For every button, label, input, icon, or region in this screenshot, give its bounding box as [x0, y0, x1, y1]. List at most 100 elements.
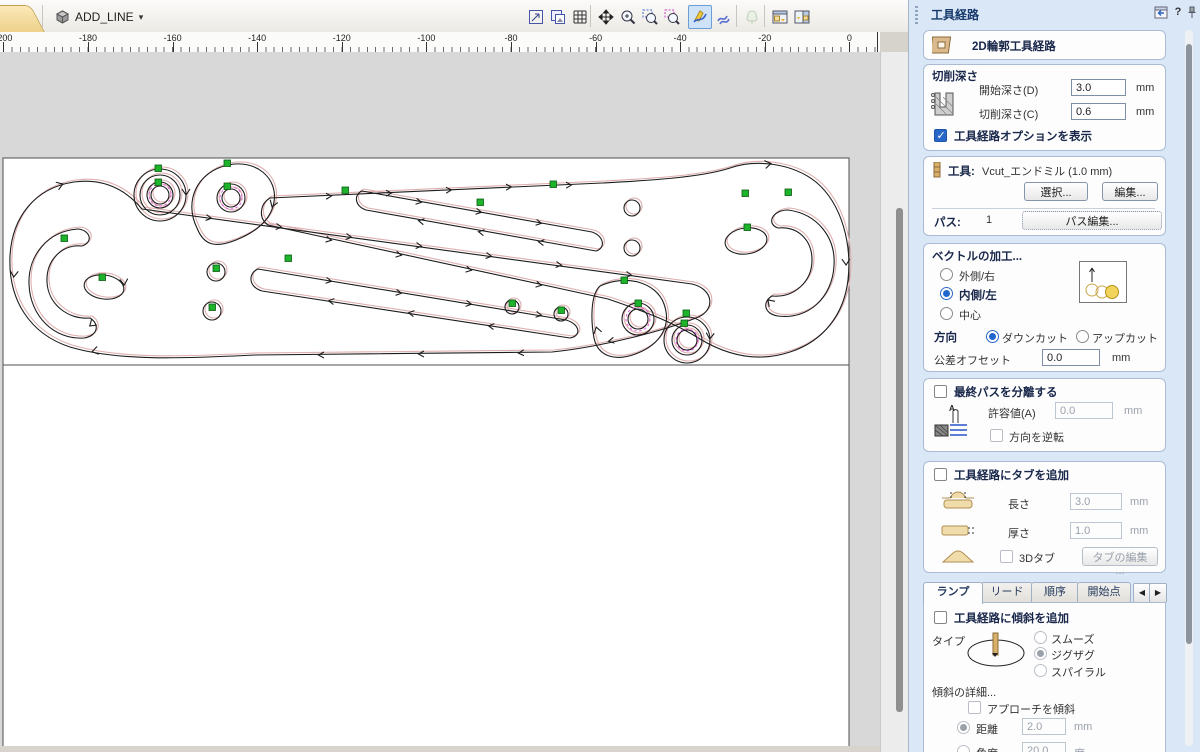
tab-startpoint[interactable]: 開始点 — [1077, 582, 1131, 603]
horizontal-ruler: -200 -180 -160 -140 -120 -100 -80 -60 -4… — [0, 32, 880, 53]
tab-lead[interactable]: リード — [981, 582, 1033, 603]
tool-label: 工具: — [948, 166, 975, 178]
separate-last-pass-checkbox[interactable] — [934, 385, 947, 398]
tab-thickness-icon — [941, 525, 975, 536]
card-divider — [932, 208, 1155, 209]
ruler-corner — [880, 32, 908, 52]
ramp-zigzag-label: ジグザグ — [1051, 650, 1095, 662]
ramp-details-label: 傾斜の詳細... — [932, 687, 997, 699]
upcut-label: アップカット — [1092, 333, 1158, 345]
edit-tabs-button[interactable]: タブの編集 ... — [1082, 547, 1158, 577]
zoom-icon[interactable] — [616, 5, 640, 29]
tab-ramp[interactable]: ランプ — [923, 582, 983, 604]
cube-icon — [55, 10, 70, 24]
ramp-type-label: タイプ — [932, 636, 965, 648]
toolpath-curves-icon[interactable] — [712, 5, 736, 29]
toolpath-panel: 工具経路 ? 2D輪郭工具経路 切削深さ 開始深さ(D) 3.0 mm 切削深さ… — [908, 0, 1200, 752]
tolerance-input[interactable] — [1055, 402, 1113, 419]
toolbar-separator — [736, 5, 737, 27]
start-depth-input[interactable] — [1071, 79, 1126, 96]
inside-radio[interactable] — [940, 287, 953, 300]
ramp-angle-label: 角度 — [976, 745, 998, 752]
layout-right-icon[interactable] — [790, 5, 814, 29]
cut-depth-unit: mm — [1136, 106, 1155, 118]
ramp-distance-radio[interactable] — [957, 721, 970, 734]
edit-passes-button[interactable]: パス編集... — [1022, 211, 1162, 230]
ramp-angle-radio[interactable] — [957, 745, 970, 752]
pan-icon[interactable] — [594, 5, 618, 29]
ramp-approach-label: アプローチを傾斜 — [987, 704, 1075, 716]
panel-grip[interactable] — [915, 6, 918, 24]
grid-icon[interactable] — [568, 5, 592, 29]
cut-side-preview — [1079, 261, 1127, 303]
ramp-zigzag-radio[interactable] — [1034, 647, 1047, 660]
pin-icon[interactable] — [1184, 4, 1200, 20]
direction-label: 方向 — [934, 332, 957, 344]
toolpath-draw-toggle-icon[interactable] — [688, 5, 712, 29]
ramp-distance-label: 距離 — [976, 724, 998, 736]
tool-select-button[interactable]: 選択... — [1024, 182, 1088, 201]
layer-folder-tab[interactable] — [0, 5, 46, 33]
zoom-selected-icon[interactable] — [660, 5, 684, 29]
upcut-radio[interactable] — [1076, 330, 1089, 343]
options-tab-strip: ランプ リード 順序 開始点 ◀ ▶ — [923, 582, 1167, 604]
last-pass-card: 最終パスを分離する A 許容値(A) mm 方向を逆転 — [923, 378, 1166, 452]
2d-profile-icon — [932, 36, 952, 54]
zoom-window-icon[interactable] — [638, 5, 662, 29]
add-ramps-checkbox[interactable] — [934, 611, 947, 624]
outside-label: 外側/右 — [959, 271, 996, 283]
center-radio[interactable] — [940, 307, 953, 320]
ramp-smooth-label: スムーズ — [1051, 634, 1095, 646]
downcut-label: ダウンカット — [1002, 333, 1068, 345]
layout-left-icon[interactable] — [768, 5, 792, 29]
panel-scrollbar-thumb[interactable] — [1186, 44, 1192, 644]
tool-edit-button[interactable]: 編集... — [1102, 182, 1158, 201]
panel-scrollbar-track[interactable] — [1185, 30, 1193, 746]
ruler-end-line — [877, 32, 878, 52]
start-depth-label: 開始深さ(D) — [979, 85, 1039, 97]
drawing-canvas[interactable] — [0, 52, 880, 752]
show-toolpath-options-checkbox[interactable] — [934, 129, 947, 142]
downcut-radio[interactable] — [986, 330, 999, 343]
toolpath-type-label: 2D輪郭工具経路 — [972, 41, 1056, 53]
tab-thickness-label: 厚さ — [1008, 528, 1030, 540]
tab-length-icon — [942, 491, 974, 509]
canvas-bottom-edge — [0, 746, 880, 752]
3d-tabs-checkbox[interactable] — [1000, 550, 1013, 563]
toolbar-separator — [590, 5, 591, 27]
tab-length-label: 長さ — [1008, 499, 1030, 511]
outside-radio[interactable] — [940, 268, 953, 281]
tab-scroll-right-icon[interactable]: ▶ — [1149, 583, 1167, 603]
canvas-scrollbar-track[interactable] — [880, 52, 909, 752]
zoom-extents-icon[interactable] — [524, 5, 548, 29]
tab-length-input[interactable] — [1070, 493, 1122, 510]
canvas-scrollbar-thumb[interactable] — [896, 208, 903, 712]
tool-card: 工具: Vcut_エンドミル (1.0 mm) 選択... 編集... パス: … — [923, 156, 1166, 236]
ramp-approach-checkbox[interactable] — [968, 701, 981, 714]
zoom-drawing-icon[interactable] — [546, 5, 570, 29]
passes-value: 1 — [986, 214, 993, 226]
ramp-distance-input[interactable] — [1022, 718, 1066, 735]
show-toolpath-options-label: 工具経路オプションを表示 — [954, 131, 1092, 143]
tab-thickness-input[interactable] — [1070, 522, 1122, 539]
cut-depth-input[interactable] — [1071, 103, 1126, 120]
ramp-spiral-radio[interactable] — [1034, 664, 1047, 677]
add-tabs-checkbox[interactable] — [934, 468, 947, 481]
tab-order[interactable]: 順序 — [1031, 582, 1079, 603]
last-pass-icon: A — [934, 404, 967, 437]
depth-section-icon — [931, 92, 954, 116]
toolpath-type-card: 2D輪郭工具経路 — [923, 30, 1166, 60]
tolerance-unit: mm — [1124, 405, 1143, 417]
3d-preview-icon[interactable] — [740, 5, 764, 29]
allowance-offset-unit: mm — [1112, 352, 1131, 364]
inside-label: 内側/左 — [959, 290, 997, 302]
machine-vectors-header: ベクトルの加工... — [932, 251, 1023, 263]
ramp-angle-input[interactable] — [1022, 742, 1066, 752]
allowance-offset-input[interactable] — [1042, 349, 1100, 366]
dock-panel-icon[interactable] — [1153, 4, 1169, 20]
add-line-dropdown[interactable]: ADD_LINE ▾ — [48, 6, 150, 28]
add-tabs-card: 工具経路にタブを追加 長さ mm 厚さ mm 3Dタブ タブの編集 ... — [923, 461, 1166, 577]
ramp-smooth-radio[interactable] — [1034, 631, 1047, 644]
cut-depth-card: 切削深さ 開始深さ(D) mm 切削深さ(C) mm 工具経路オプションを表示 — [923, 64, 1166, 151]
reverse-direction-checkbox[interactable] — [990, 429, 1003, 442]
